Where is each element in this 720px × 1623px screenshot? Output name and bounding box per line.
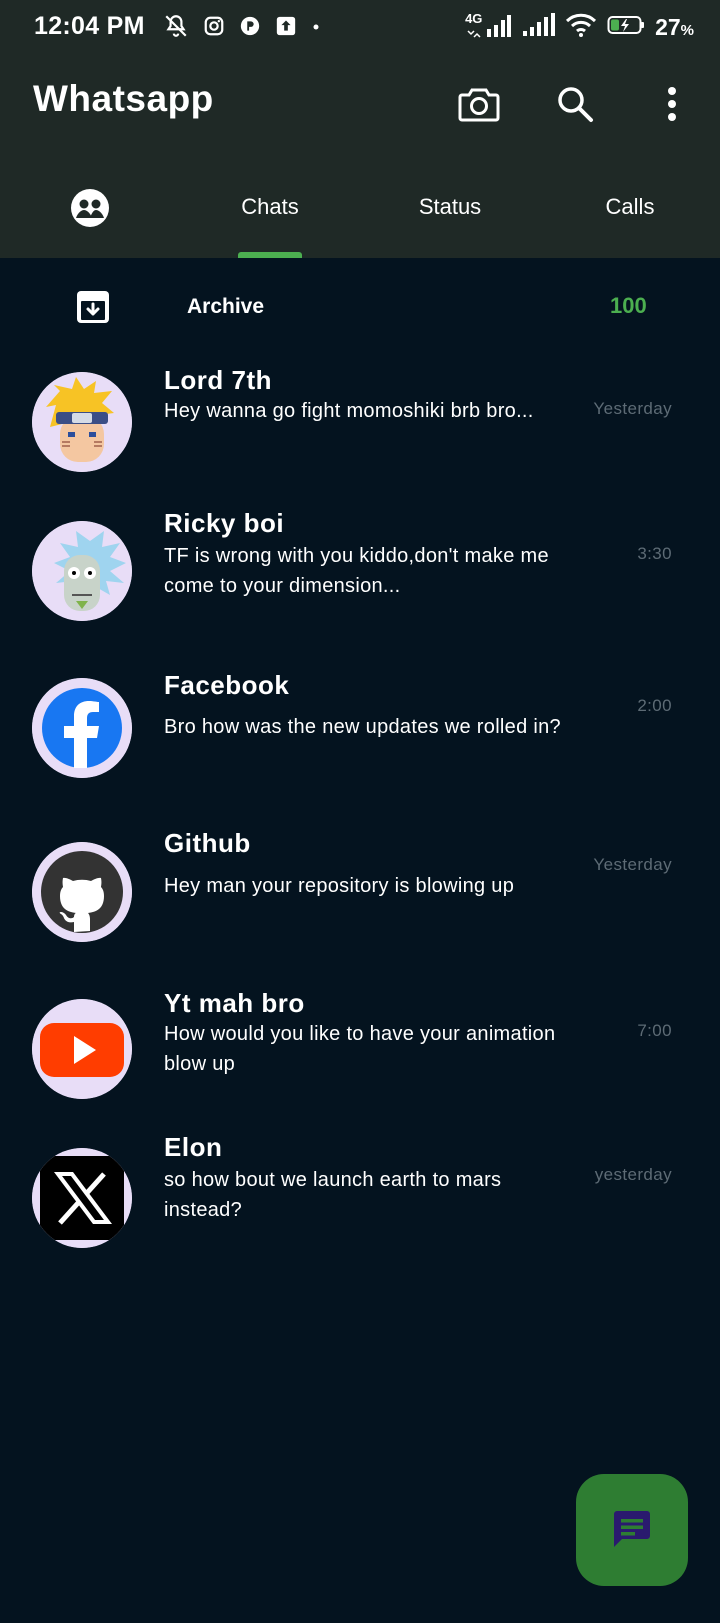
chat-row[interactable]: Github Hey man your repository is blowin…: [0, 820, 720, 945]
camera-icon: [458, 88, 500, 122]
tab-bar: Chats Status Calls: [0, 168, 720, 258]
signal-4g-icon: 4G: [465, 11, 512, 41]
battery-percent: 27%: [655, 14, 694, 41]
tab-calls-label: Calls: [605, 194, 655, 219]
search-button[interactable]: [553, 82, 597, 126]
active-tab-indicator: [238, 252, 302, 258]
app-header: 12:04 PM 4G 27% Whatsapp Chats Status Ca…: [0, 0, 720, 258]
community-icon: [71, 189, 109, 227]
dot-icon: [311, 19, 321, 37]
chat-row[interactable]: Yt mah bro How would you like to have yo…: [0, 985, 720, 1110]
chat-name: Lord 7th: [164, 365, 272, 395]
upload-icon: [275, 15, 297, 42]
battery-percent-unit: %: [680, 21, 694, 39]
chat-time: 3:30: [637, 544, 672, 563]
elon-avatar: [32, 1148, 132, 1248]
app-notification-icon: [239, 15, 261, 42]
archive-icon: [74, 288, 112, 331]
chat-row[interactable]: Ricky boi TF is wrong with you kiddo,don…: [0, 505, 720, 630]
chat-name: Github: [164, 828, 251, 858]
more-vert-icon: [668, 87, 676, 121]
tab-status[interactable]: Status: [395, 168, 505, 258]
chat-message: so how bout we launch earth to mars inst…: [164, 1169, 502, 1221]
instagram-icon: [203, 15, 225, 42]
github-icon: [32, 842, 132, 942]
chat-message: Hey man your repository is blowing up: [164, 875, 515, 897]
camera-button[interactable]: [457, 82, 501, 126]
archive-row[interactable]: Archive 100: [0, 275, 720, 337]
naruto-avatar: [32, 372, 132, 472]
status-time: 12:04 PM: [34, 12, 145, 40]
search-icon: [558, 87, 593, 122]
mute-icon: [163, 13, 189, 44]
chat-row[interactable]: Lord 7th Hey wanna go fight momoshiki br…: [0, 355, 720, 480]
x-icon: [32, 1148, 132, 1248]
chat-time: Yesterday: [593, 855, 672, 874]
chat-name: Facebook: [164, 670, 290, 700]
battery-percent-value: 27: [655, 13, 681, 40]
chat-time: 2:00: [637, 696, 672, 715]
chat-name: Ricky boi: [164, 508, 285, 538]
status-system-icons: 4G 27%: [465, 11, 694, 43]
new-chat-button[interactable]: [576, 1474, 688, 1586]
tab-community[interactable]: [50, 168, 130, 258]
youtube-avatar: [32, 999, 132, 1099]
signal-icon: [521, 12, 556, 42]
chat-message: Bro how was the new updates we rolled in…: [164, 716, 561, 738]
status-notification-icons: [163, 14, 321, 42]
chat-name: Yt mah bro: [164, 988, 305, 1018]
tab-chats[interactable]: Chats: [220, 168, 320, 258]
chat-time: 7:00: [637, 1021, 672, 1040]
chat-name: Elon: [164, 1132, 223, 1162]
tab-calls[interactable]: Calls: [580, 168, 680, 258]
chat-time: yesterday: [594, 1165, 672, 1184]
chat-row[interactable]: Elon so how bout we launch earth to mars…: [0, 1132, 720, 1260]
app-title: Whatsapp: [33, 78, 214, 119]
archive-label: Archive: [187, 295, 265, 318]
chat-message: Hey wanna go fight momoshiki brb bro...: [164, 400, 534, 422]
chat-message: How would you like to have your animatio…: [164, 1023, 556, 1075]
chat-message: TF is wrong with you kiddo,don't make me…: [164, 545, 549, 597]
status-bar: 12:04 PM 4G 27%: [0, 0, 720, 56]
tab-chats-label: Chats: [241, 194, 299, 219]
wifi-icon: [565, 12, 597, 43]
facebook-avatar: [32, 678, 132, 778]
message-icon: [614, 1511, 650, 1547]
archive-count: 100: [610, 293, 647, 318]
youtube-icon: [32, 999, 132, 1099]
facebook-icon: [32, 678, 132, 778]
tab-status-label: Status: [418, 194, 482, 219]
github-avatar: [32, 842, 132, 942]
battery-icon: [607, 14, 645, 41]
chat-time: Yesterday: [593, 399, 672, 418]
more-options-button[interactable]: [650, 82, 694, 126]
rick-avatar: [32, 521, 132, 621]
chat-row[interactable]: Facebook Bro how was the new updates we …: [0, 660, 720, 785]
